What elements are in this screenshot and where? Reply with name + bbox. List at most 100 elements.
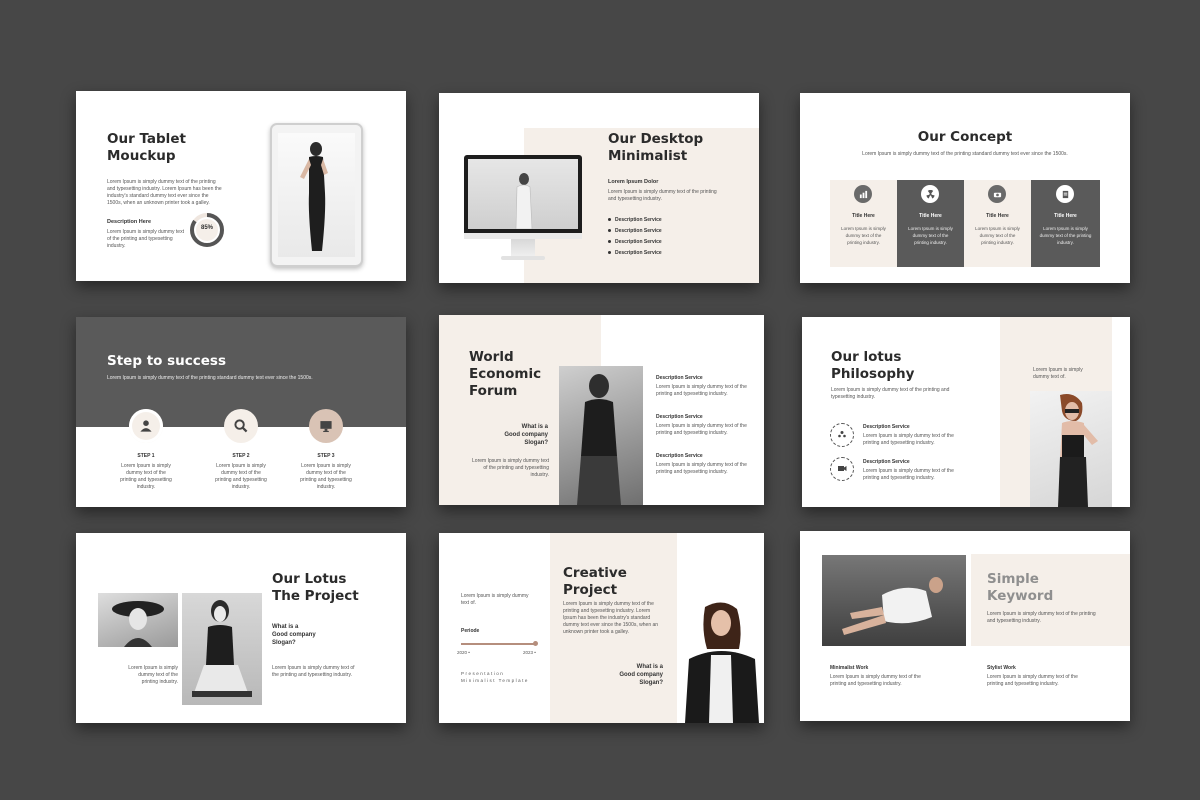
woman-photo bbox=[679, 599, 764, 723]
concept-card-2: Title Here Lorem Ipsum is simply dummy t… bbox=[897, 180, 972, 267]
side-text: Lorem Ipsum is simply dummy text of. bbox=[1033, 367, 1083, 380]
tablet-screen bbox=[278, 133, 355, 257]
tablet-mockup bbox=[270, 123, 363, 267]
slide-title: Our Concept bbox=[917, 129, 1013, 145]
woman-photo bbox=[559, 366, 643, 505]
service-item: Description Service bbox=[608, 228, 662, 239]
monitor-stand bbox=[511, 239, 535, 257]
bullet-icon bbox=[608, 218, 611, 222]
body-text: Lorem Ipsum is simply dummy text of the … bbox=[608, 189, 717, 202]
timeline-track bbox=[461, 641, 538, 646]
dancer-figure-icon bbox=[842, 577, 943, 635]
card-title: Title Here bbox=[852, 213, 875, 219]
slide-lotus-project[interactable]: Our Lotus The Project What is a Good compa… bbox=[76, 533, 406, 723]
periode-label: Periode bbox=[461, 628, 480, 634]
subheading: Lorem Ipsum Dolor bbox=[608, 179, 659, 185]
side-text: Lorem Ipsum is simply dummy text of. bbox=[461, 593, 529, 606]
camera-icon bbox=[988, 185, 1006, 203]
bullet-icon bbox=[608, 229, 611, 233]
year-start: 2020 • bbox=[457, 650, 470, 655]
service-list: Description Service Description Service … bbox=[608, 217, 662, 261]
timeline-handle bbox=[533, 641, 538, 646]
year-end: 2023 • bbox=[523, 650, 536, 655]
progress-label: 85% bbox=[200, 225, 213, 231]
step-label: STEP 2 bbox=[232, 453, 250, 459]
concept-card-1: Title Here Lorem Ipsum is simply dummy t… bbox=[830, 180, 897, 267]
book-icon bbox=[1056, 185, 1074, 203]
slide-simple-keyword[interactable]: Simple Keyword Lorem Ipsum is simply dumm… bbox=[800, 531, 1130, 721]
slide-title: Creative Project bbox=[563, 565, 627, 598]
slide-our-concept[interactable]: Our Concept Lorem Ipsum is simply dummy … bbox=[800, 93, 1130, 283]
slide-title: Simple Keyword bbox=[987, 571, 1054, 604]
step-label: STEP 3 bbox=[317, 453, 335, 459]
service-title: Description Service bbox=[863, 424, 910, 430]
right-text: Lorem Ipsum is simply dummy text of the … bbox=[272, 665, 355, 678]
body-text: Lorem Ipsum is simply dummy text of the … bbox=[107, 179, 222, 206]
chart-icon bbox=[854, 185, 872, 203]
woman-figure-icon bbox=[192, 600, 252, 697]
presentation-icon bbox=[830, 457, 854, 481]
monitor-mockup bbox=[464, 155, 582, 239]
body-text: Lorem Ipsum is simply dummy text of the … bbox=[831, 387, 950, 400]
card-title: Title Here bbox=[919, 213, 942, 219]
slide-subtitle: Lorem Ipsum is simply dummy text of the … bbox=[862, 151, 1068, 157]
description-text: Lorem Ipsum is simply dummy text of the … bbox=[107, 229, 184, 249]
service-title: Description Service bbox=[863, 459, 910, 465]
left-text: Lorem Ipsum is simply dummy text of the … bbox=[128, 665, 178, 685]
people-icon bbox=[830, 423, 854, 447]
woman-figure-icon bbox=[1058, 394, 1098, 507]
hat-woman-photo bbox=[98, 593, 178, 647]
body-text: Lorem Ipsum is simply dummy text of the … bbox=[472, 458, 549, 478]
slogan-question: What is a Good company Slogan? bbox=[504, 424, 548, 446]
concept-card-4: Title Here Lorem Ipsum is simply dummy t… bbox=[1031, 180, 1100, 267]
monitor-icon bbox=[309, 409, 343, 443]
caption-line1: Presentation bbox=[461, 671, 505, 676]
service-item: Description Service bbox=[608, 250, 662, 261]
service-column: Description Service Lorem Ipsum is simpl… bbox=[656, 375, 747, 475]
body-text: Lorem Ipsum is simply dummy text of the … bbox=[563, 601, 659, 635]
description-heading: Description Here bbox=[107, 219, 152, 225]
step-text: Lorem Ipsum is simply dummy text of the … bbox=[120, 463, 172, 490]
slide-title: Step to success bbox=[107, 353, 227, 369]
slide-title: World Economic Forum bbox=[469, 349, 542, 399]
search-icon bbox=[224, 409, 258, 443]
slide-title: Our lotus Philosophy bbox=[831, 349, 915, 382]
step-text: Lorem Ipsum is simply dummy text of the … bbox=[300, 463, 352, 490]
slide-title: Our Tablet Mouckup bbox=[107, 131, 186, 164]
woman-photo bbox=[1030, 391, 1112, 507]
body-text: Lorem Ipsum is simply dummy text of the … bbox=[987, 611, 1096, 624]
slide-title: Our Desktop Minimalist bbox=[608, 131, 704, 164]
concept-card-3: Title Here Lorem Ipsum is simply dummy t… bbox=[964, 180, 1031, 267]
slide-desktop-minimalist[interactable]: Our Desktop Minimalist Lorem Ipsum Dolor … bbox=[439, 93, 759, 283]
step-text: Lorem Ipsum is simply dummy text of the … bbox=[215, 463, 267, 490]
bullet-icon bbox=[608, 240, 611, 244]
column-title: Minimalist Work bbox=[830, 665, 869, 671]
column-title: Stylist Work bbox=[987, 665, 1016, 671]
user-icon bbox=[129, 409, 163, 443]
man-figure-icon bbox=[515, 173, 533, 230]
bullet-icon bbox=[608, 251, 611, 255]
card-title: Title Here bbox=[986, 213, 1009, 219]
dancer-photo bbox=[822, 555, 966, 646]
woman-figure-icon bbox=[577, 374, 621, 505]
slogan-question: What is a Good company Slogan? bbox=[619, 664, 663, 686]
slide-step-to-success[interactable]: Step to success Lorem Ipsum is simply du… bbox=[76, 317, 406, 507]
service-item: Description Service bbox=[608, 239, 662, 250]
slide-world-economic-forum[interactable]: World Economic Forum What is a Good company… bbox=[439, 315, 764, 505]
caption-line2: Minimalist Template bbox=[461, 678, 529, 683]
step-label: STEP 1 bbox=[137, 453, 155, 459]
woman-figure-icon bbox=[685, 602, 759, 723]
woman-figure-icon bbox=[300, 142, 328, 251]
progress-donut: 85% bbox=[189, 212, 225, 248]
monitor-screen bbox=[468, 159, 578, 230]
slogan-question: What is a Good company Slogan? bbox=[272, 624, 316, 646]
slide-tablet-mockup[interactable]: Our Tablet Mouckup Lorem Ipsum is simply … bbox=[76, 91, 406, 281]
slide-subtitle: Lorem Ipsum is simply dummy text of the … bbox=[107, 375, 313, 381]
sitting-woman-photo bbox=[182, 593, 262, 705]
slide-title: Our Lotus The Project bbox=[272, 571, 359, 604]
service-item: Description Service bbox=[608, 217, 662, 228]
card-title: Title Here bbox=[1054, 213, 1077, 219]
slide-lotus-philosophy[interactable]: Our lotus Philosophy Lorem Ipsum is simpl… bbox=[802, 317, 1130, 507]
slide-creative-project[interactable]: Creative Project Lorem Ipsum is simply du… bbox=[439, 533, 764, 723]
nuclear-icon bbox=[921, 185, 939, 203]
